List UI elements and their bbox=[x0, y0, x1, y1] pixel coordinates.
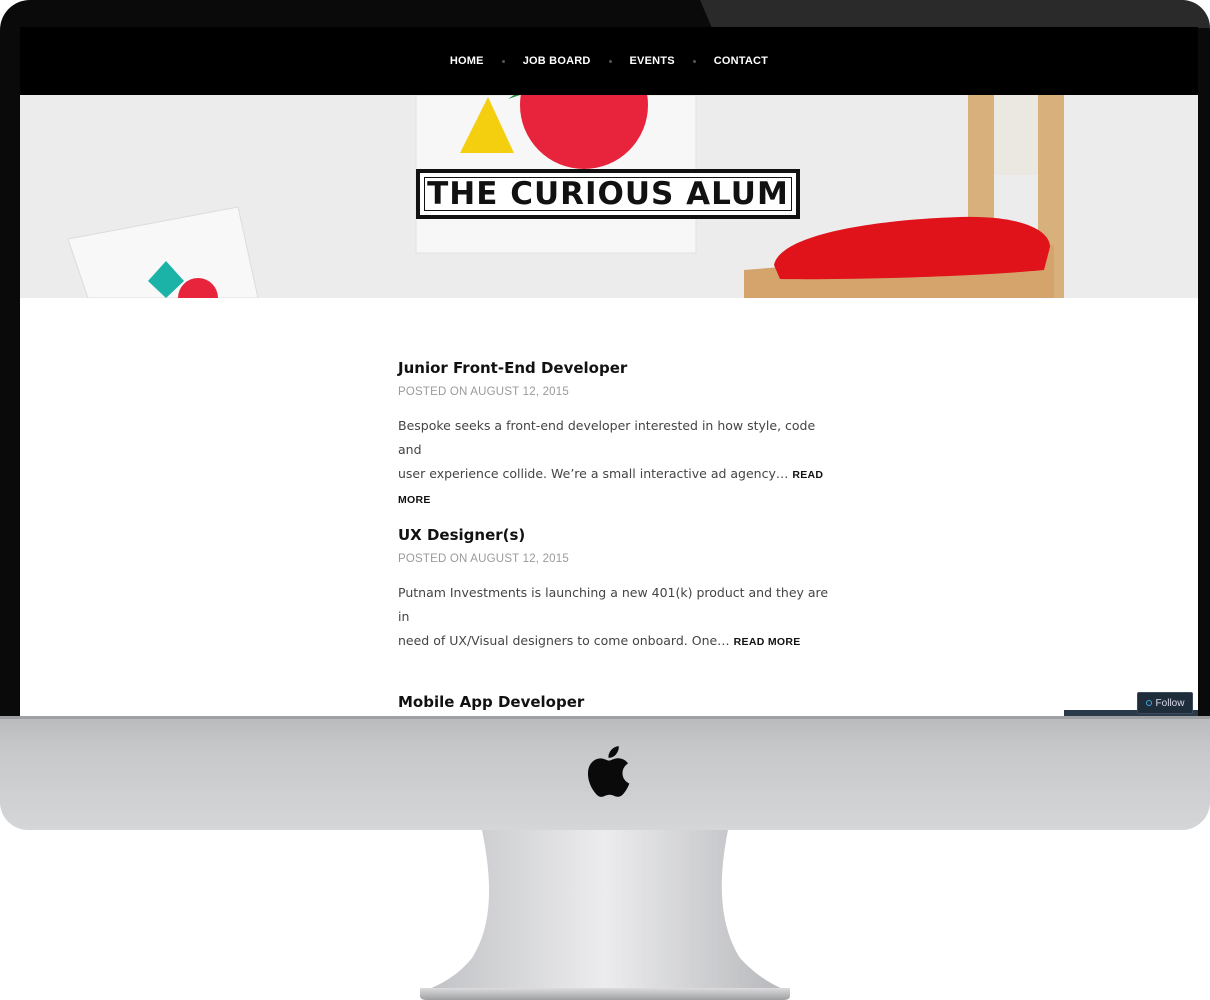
follow-circle-icon bbox=[1145, 700, 1152, 706]
nav-separator-dot bbox=[692, 59, 696, 63]
post-excerpt-line: Putnam Investments is launching a new 40… bbox=[398, 585, 829, 624]
nav-contact[interactable]: CONTACT bbox=[714, 55, 768, 67]
post-excerpt: Putnam Investments is launching a new 40… bbox=[398, 581, 838, 654]
monitor-stand bbox=[420, 830, 790, 1000]
nav-separator-dot bbox=[501, 59, 505, 63]
follow-button[interactable]: Follow bbox=[1137, 692, 1193, 714]
post-excerpt: Bespoke seeks a front-end developer inte… bbox=[398, 414, 838, 512]
browser-screen: HOME JOB BOARD EVENTS CONTACT THE CURIOU… bbox=[20, 27, 1198, 716]
post-excerpt-line: Bespoke seeks a front-end developer inte… bbox=[398, 418, 816, 457]
post-item: Mobile App Developer bbox=[398, 693, 838, 711]
nav-job-board[interactable]: JOB BOARD bbox=[523, 55, 591, 67]
header-hero-image: THE CURIOUS ALUM bbox=[20, 95, 1198, 298]
post-excerpt-line: user experience collide. We’re a small i… bbox=[398, 466, 789, 481]
main-navigation: HOME JOB BOARD EVENTS CONTACT bbox=[20, 27, 1198, 95]
nav-separator-dot bbox=[608, 59, 612, 63]
post-excerpt-line: need of UX/Visual designers to come onbo… bbox=[398, 633, 730, 648]
chin-edge bbox=[0, 716, 1210, 719]
site-title-box: THE CURIOUS ALUM bbox=[416, 169, 800, 219]
post-title[interactable]: Mobile App Developer bbox=[398, 693, 838, 711]
follow-label: Follow bbox=[1155, 697, 1185, 709]
read-more-link[interactable]: READ MORE bbox=[734, 636, 801, 648]
nav-events[interactable]: EVENTS bbox=[630, 55, 675, 67]
post-date: POSTED ON AUGUST 12, 2015 bbox=[398, 386, 569, 398]
post-date: POSTED ON AUGUST 12, 2015 bbox=[398, 553, 569, 565]
site-title[interactable]: THE CURIOUS ALUM bbox=[427, 176, 789, 212]
post-title[interactable]: Junior Front-End Developer bbox=[398, 359, 838, 377]
bezel-reflection bbox=[700, 0, 1210, 28]
post-title[interactable]: UX Designer(s) bbox=[398, 526, 838, 544]
apple-logo-icon bbox=[587, 746, 630, 797]
post-item: UX Designer(s) POSTED ON AUGUST 12, 2015… bbox=[398, 526, 838, 654]
nav-home[interactable]: HOME bbox=[450, 55, 484, 67]
post-item: Junior Front-End Developer POSTED ON AUG… bbox=[398, 359, 838, 512]
